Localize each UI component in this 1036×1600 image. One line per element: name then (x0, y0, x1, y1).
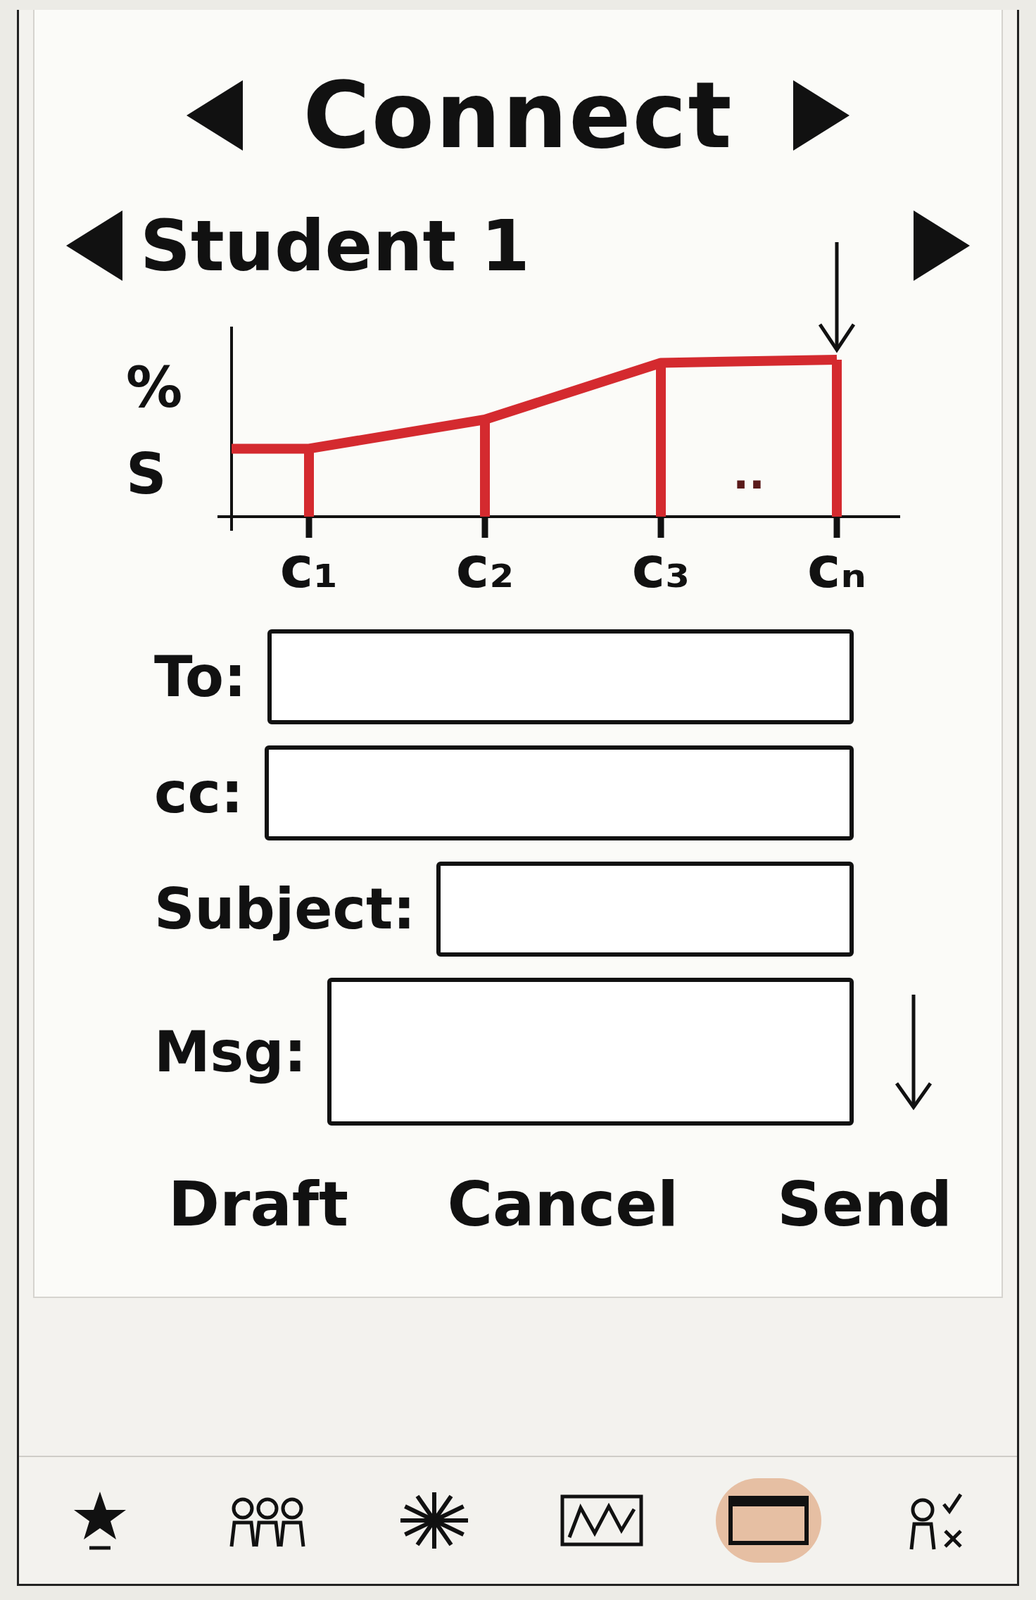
x-label: c₂ (456, 534, 514, 601)
prev-screen-icon[interactable] (182, 76, 247, 155)
burst-icon (395, 1488, 473, 1552)
x-label: c₁ (280, 534, 338, 601)
row-trail (874, 991, 953, 1112)
header: Connect (62, 52, 974, 179)
scroll-down-icon (892, 991, 935, 1112)
button-row: Draft Cancel Send (62, 1139, 974, 1248)
form-row: cc: (154, 745, 953, 841)
tab-item[interactable] (214, 1477, 321, 1563)
tab-item[interactable] (548, 1477, 655, 1563)
y-axis (230, 326, 233, 531)
box-icon (726, 1492, 811, 1549)
student-name: Student 1 (125, 204, 911, 288)
y-label: % (125, 354, 204, 421)
next-screen-icon[interactable] (789, 76, 854, 155)
action-button[interactable]: Draft (154, 1160, 363, 1248)
series-point (836, 359, 838, 538)
field-label: cc: (154, 760, 244, 826)
person-check-icon (904, 1488, 968, 1552)
device-frame: ConnectStudent 1%S..c₁c₂c₃cₙTo:cc:Subjec… (0, 0, 1036, 1600)
tab-item[interactable] (381, 1477, 488, 1563)
form-row: To: (154, 629, 953, 725)
tab-bar (19, 1455, 1017, 1584)
series-point (484, 419, 486, 538)
group-icon (228, 1488, 307, 1552)
screen: ConnectStudent 1%S..c₁c₂c₃cₙTo:cc:Subjec… (16, 9, 1020, 1586)
gap-mark: .. (732, 449, 766, 499)
x-axis (217, 515, 901, 518)
message-form: To: cc: Subject: Msg: (62, 622, 974, 1126)
down-arrow-icon (819, 242, 854, 350)
star-person-icon (68, 1488, 132, 1552)
message-input[interactable] (327, 977, 854, 1126)
chart-box-icon (559, 1492, 644, 1549)
series-point (660, 363, 662, 539)
screen-title: Connect (302, 61, 733, 169)
tab-item[interactable] (715, 1477, 822, 1563)
action-button[interactable]: Send (762, 1160, 967, 1248)
progress-chart: .. c₁ c₂ c₃ cₙ (203, 235, 908, 609)
text-input[interactable] (267, 629, 854, 725)
tab-item[interactable] (883, 1477, 989, 1563)
y-label: S (125, 441, 204, 507)
x-label: c₃ (632, 534, 690, 601)
tab-item[interactable] (47, 1477, 153, 1563)
series-point (308, 448, 310, 538)
field-label: To: (154, 643, 247, 710)
connect-card: ConnectStudent 1%S..c₁c₂c₃cₙTo:cc:Subjec… (33, 9, 1003, 1298)
series-line (231, 359, 837, 450)
y-labels: %S (125, 235, 204, 507)
action-button[interactable]: Cancel (432, 1160, 693, 1248)
text-input[interactable] (264, 745, 854, 841)
field-label: Msg: (154, 1019, 307, 1085)
form-row: Msg: (154, 977, 953, 1126)
next-student-icon[interactable] (910, 206, 974, 285)
form-row: Subject: (154, 861, 953, 957)
text-input[interactable] (436, 861, 854, 957)
field-label: Subject: (154, 876, 416, 942)
prev-student-icon[interactable] (62, 206, 126, 285)
chart-row: %S..c₁c₂c₃cₙ (62, 235, 974, 609)
x-label: cₙ (807, 534, 867, 601)
